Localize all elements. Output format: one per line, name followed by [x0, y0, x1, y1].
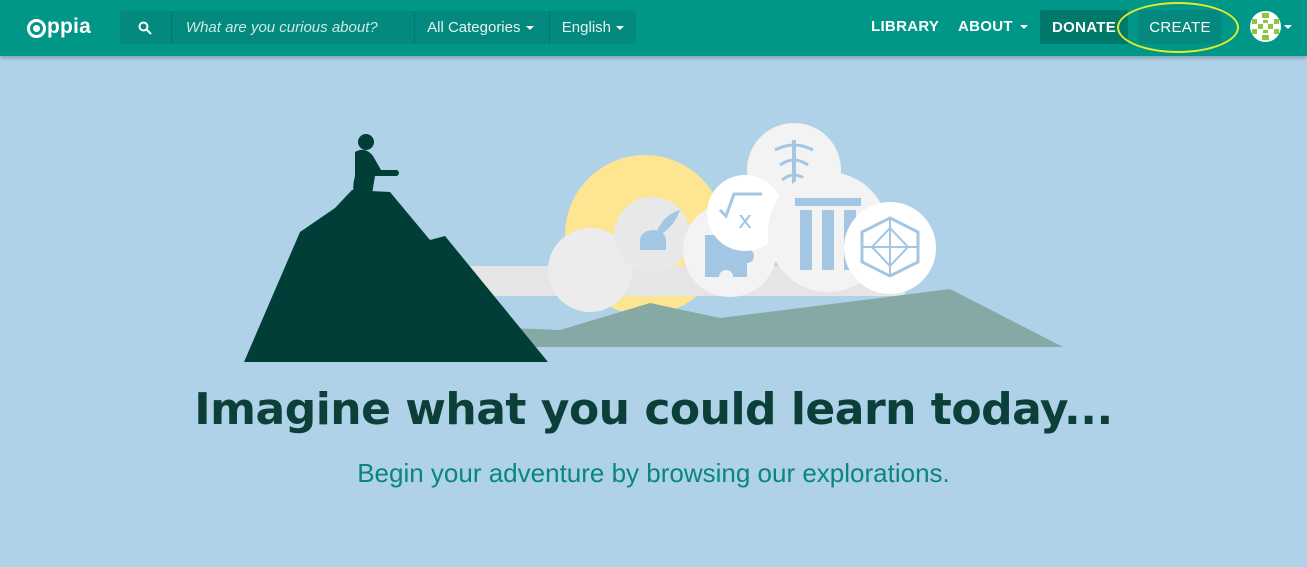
sitting-person	[353, 134, 399, 196]
hero-subheadline: Begin your adventure by browsing our exp…	[357, 458, 950, 488]
geometry-icon	[844, 202, 936, 294]
hero-headline: Imagine what you could learn today...	[194, 384, 1113, 435]
quill-ink-icon	[614, 197, 690, 273]
svg-text:x: x	[738, 206, 752, 234]
hero-illustration: x	[244, 123, 1063, 362]
